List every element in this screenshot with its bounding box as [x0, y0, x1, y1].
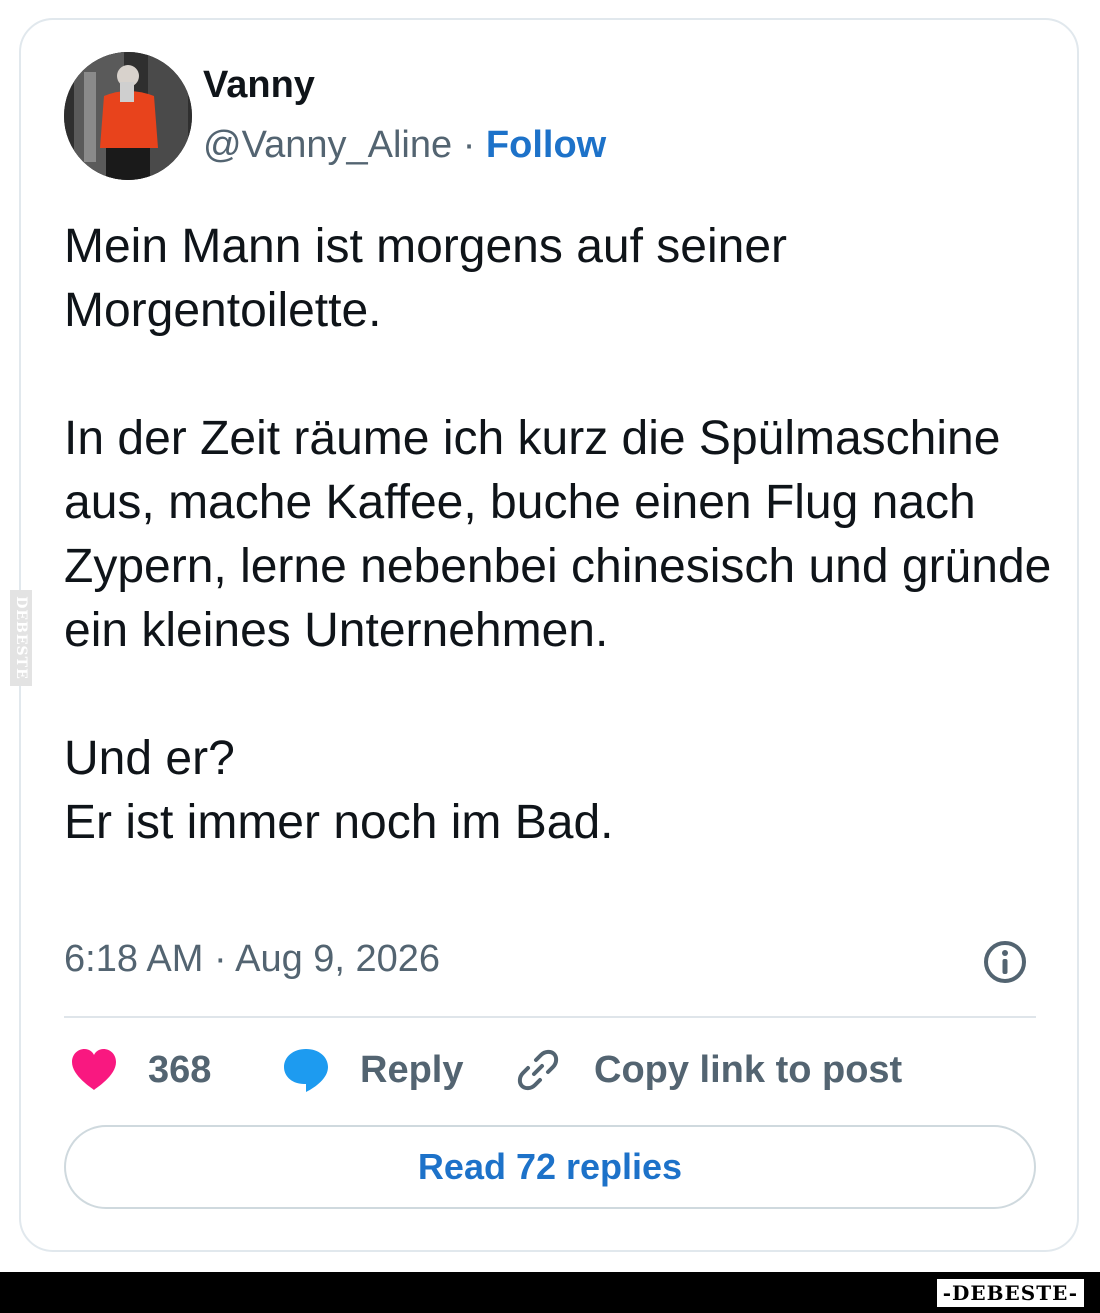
- reply-label: Reply: [360, 1048, 464, 1091]
- side-watermark: DEBESTE: [10, 590, 32, 686]
- author-name[interactable]: Vanny: [203, 64, 315, 107]
- read-replies-button[interactable]: Read 72 replies: [64, 1125, 1036, 1209]
- tweet-text: Mein Mann ist morgens auf seiner Morgent…: [64, 215, 1064, 855]
- link-icon: [517, 1049, 559, 1091]
- divider: [64, 1016, 1036, 1018]
- tweet-timestamp[interactable]: 6:18 AM · Aug 9, 2026: [64, 938, 440, 981]
- handle-separator: ·: [452, 124, 486, 166]
- speech-bubble-icon: [284, 1049, 328, 1092]
- author-handle[interactable]: @Vanny_Aline: [203, 124, 452, 166]
- copy-link-button[interactable]: Copy link to post: [514, 1042, 902, 1098]
- follow-button[interactable]: Follow: [486, 124, 606, 166]
- action-bar: 368 Reply Copy link to post: [64, 1042, 1036, 1098]
- reply-button[interactable]: Reply: [282, 1042, 463, 1098]
- side-watermark-text: DEBESTE: [13, 596, 30, 680]
- info-circle-icon[interactable]: [981, 938, 1029, 986]
- tweet-paragraph: Mein Mann ist morgens auf seiner Morgent…: [64, 220, 787, 337]
- heart-icon: [72, 1049, 116, 1090]
- footer-logo: -DEBESTE-: [934, 1277, 1086, 1309]
- avatar[interactable]: [64, 52, 192, 180]
- tweet-paragraph: In der Zeit räume ich kurz die Spülmasch…: [64, 412, 1052, 657]
- author-handle-row: @Vanny_Aline · Follow: [203, 124, 606, 167]
- footer-bar: -DEBESTE-: [0, 1272, 1100, 1313]
- like-count: 368: [148, 1048, 212, 1091]
- copy-link-label: Copy link to post: [594, 1048, 903, 1091]
- tweet-paragraph: Und er? Er ist immer noch im Bad.: [64, 732, 614, 849]
- like-button[interactable]: 368: [70, 1042, 211, 1098]
